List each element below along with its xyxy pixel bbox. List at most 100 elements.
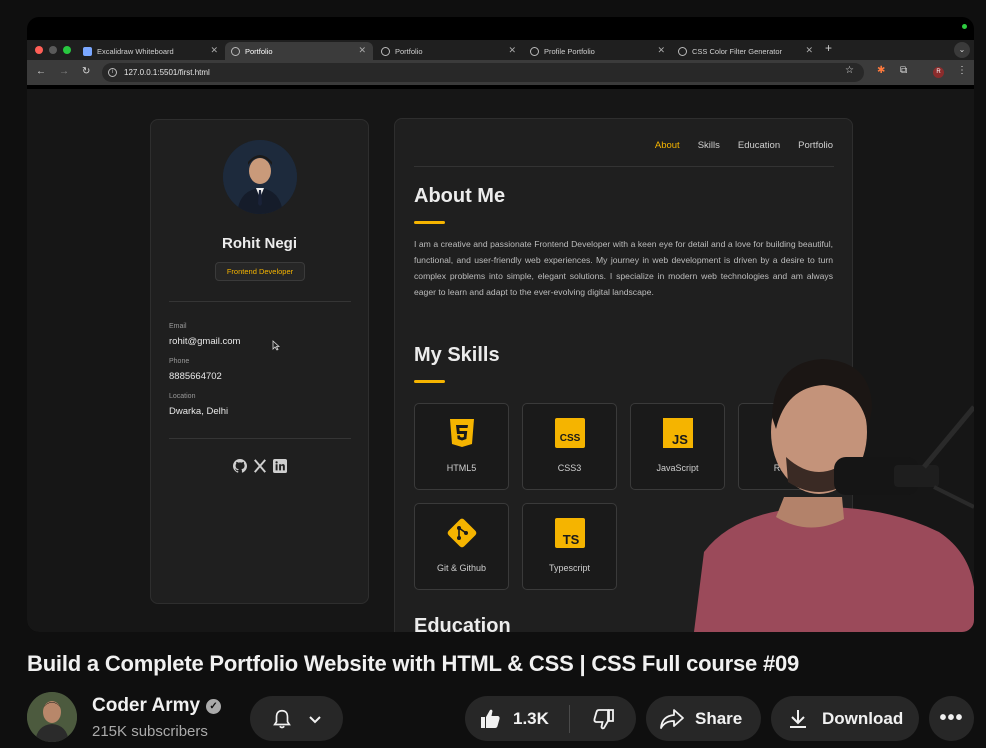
tab-close-icon[interactable]: ✕	[508, 45, 516, 56]
skill-card-html5[interactable]: HTML5	[414, 403, 509, 490]
back-arrow-icon[interactable]: ←	[36, 66, 46, 77]
tab-title: CSS Color Filter Generator	[692, 46, 783, 56]
url-bar[interactable]: i 127.0.0.1:5501/first.html ☆	[102, 63, 864, 82]
profile-name: Rohit Negi	[222, 235, 297, 252]
about-title: About Me	[414, 185, 506, 207]
url-text: 127.0.0.1:5501/first.html	[124, 68, 210, 77]
browser-profile-avatar[interactable]: R	[933, 67, 944, 78]
about-text: I am a creative and passionate Frontend …	[414, 239, 833, 297]
x-icon[interactable]	[252, 458, 267, 473]
portfolio-page: Rohit Negi Frontend Developer Email rohi…	[27, 89, 974, 632]
thumbs-down-icon	[593, 708, 614, 729]
subscriber-count: 215K subscribers	[92, 723, 208, 740]
skill-card-git[interactable]: Git & Github	[414, 503, 509, 590]
download-icon	[790, 709, 806, 728]
live-indicator	[962, 24, 967, 29]
like-dislike-group: 1.3K	[465, 696, 636, 741]
skills-underline	[414, 380, 445, 383]
like-count: 1.3K	[513, 708, 549, 728]
skill-label: HTML5	[446, 463, 477, 473]
skill-label: Typescript	[548, 563, 590, 573]
skill-label: Git & Github	[436, 563, 487, 573]
javascript-icon: JS	[663, 418, 693, 448]
channel-name-text: Coder Army	[92, 695, 201, 716]
svg-text:TS: TS	[563, 532, 580, 547]
browser-tab-bar: Excalidraw Whiteboard ✕ Portfolio ✕ Port…	[27, 40, 974, 60]
tab-title: Excalidraw Whiteboard	[97, 46, 174, 56]
css3-icon: CSS	[555, 418, 585, 448]
extension-icon[interactable]: ✱	[877, 65, 885, 76]
profile-card: Rohit Negi Frontend Developer Email rohi…	[150, 119, 369, 604]
browser-tab-excalidraw[interactable]: Excalidraw Whiteboard ✕	[77, 42, 225, 60]
more-actions-button[interactable]: •••	[929, 696, 974, 741]
tab-title: Portfolio	[395, 46, 423, 56]
new-tab-icon[interactable]: +	[825, 41, 832, 55]
tab-search-chevron-icon[interactable]: ⌄	[954, 42, 970, 58]
skills-title: My Skills	[414, 344, 500, 366]
git-icon	[447, 518, 477, 548]
education-title: Education	[414, 615, 511, 632]
forward-arrow-icon[interactable]: →	[59, 66, 69, 77]
minimize-window-icon[interactable]	[49, 46, 57, 54]
typescript-icon: TS	[555, 518, 585, 548]
tab-close-icon[interactable]: ✕	[210, 45, 218, 56]
phone-value: 8885664702	[169, 371, 222, 382]
nav-skills[interactable]: Skills	[698, 140, 720, 151]
notification-button[interactable]	[250, 696, 343, 741]
browser-menu-icon[interactable]: ⋮	[957, 65, 967, 76]
verified-check-icon: ✓	[206, 698, 222, 714]
location-label: Location	[169, 393, 196, 400]
browser-tab-portfolio[interactable]: Portfolio ✕	[375, 42, 523, 60]
video-title: Build a Complete Portfolio Website with …	[27, 651, 800, 676]
site-info-icon[interactable]: i	[108, 68, 117, 77]
linkedin-icon[interactable]	[272, 458, 287, 473]
bell-icon	[272, 709, 291, 728]
tab-close-icon[interactable]: ✕	[805, 45, 813, 56]
share-label: Share	[695, 708, 743, 728]
video-player[interactable]: Excalidraw Whiteboard ✕ Portfolio ✕ Port…	[27, 17, 974, 632]
chevron-down-icon	[308, 715, 321, 723]
thumbs-up-icon	[481, 709, 500, 728]
svg-text:CSS: CSS	[560, 433, 581, 444]
globe-icon	[678, 46, 687, 56]
puzzle-extensions-icon[interactable]: ⧉	[900, 65, 907, 76]
browser-tab-css-filter[interactable]: CSS Color Filter Generator ✕	[672, 42, 820, 60]
nav-education[interactable]: Education	[738, 140, 780, 151]
maximize-window-icon[interactable]	[63, 46, 71, 54]
tab-close-icon[interactable]: ✕	[657, 45, 665, 56]
download-button[interactable]: Download	[771, 696, 919, 741]
role-badge: Frontend Developer	[215, 262, 305, 281]
browser-tab-profile-portfolio[interactable]: Profile Portfolio ✕	[524, 42, 672, 60]
share-button[interactable]: Share	[646, 696, 761, 741]
browser-tab-portfolio-active[interactable]: Portfolio ✕	[225, 42, 373, 60]
channel-avatar[interactable]	[27, 692, 77, 742]
nav-about[interactable]: About	[655, 140, 680, 151]
phone-label: Phone	[169, 358, 190, 365]
skill-label: CSS3	[557, 463, 582, 473]
reload-icon[interactable]: ↻	[82, 66, 90, 77]
location-value: Dwarka, Delhi	[169, 406, 229, 417]
bookmark-star-icon[interactable]: ☆	[845, 65, 854, 76]
share-arrow-icon	[660, 708, 684, 729]
like-button[interactable]: 1.3K	[465, 707, 569, 731]
tab-close-icon[interactable]: ✕	[358, 45, 366, 56]
download-label: Download	[822, 708, 904, 728]
browser-toolbar: ← → ↻ i 127.0.0.1:5501/first.html ☆ ✱ ⧉ …	[27, 60, 974, 85]
mouse-cursor-icon	[272, 340, 280, 351]
more-horizontal-icon: •••	[939, 707, 964, 729]
skill-card-css3[interactable]: CSS CSS3	[522, 403, 617, 490]
profile-photo	[223, 140, 297, 214]
skill-card-typescript[interactable]: TS Typescript	[522, 503, 617, 590]
dislike-button[interactable]	[570, 707, 636, 731]
top-navigation: About Skills Education Portfolio	[655, 140, 833, 151]
email-value: rohit@gmail.com	[169, 336, 241, 347]
nav-divider	[414, 166, 834, 167]
nav-portfolio[interactable]: Portfolio	[798, 140, 833, 151]
about-underline	[414, 221, 445, 224]
github-icon[interactable]	[232, 458, 247, 473]
globe-icon	[530, 46, 539, 56]
close-window-icon[interactable]	[35, 46, 43, 54]
divider	[169, 438, 351, 439]
channel-name[interactable]: Coder Army ✓	[92, 695, 222, 717]
social-links	[232, 458, 287, 473]
